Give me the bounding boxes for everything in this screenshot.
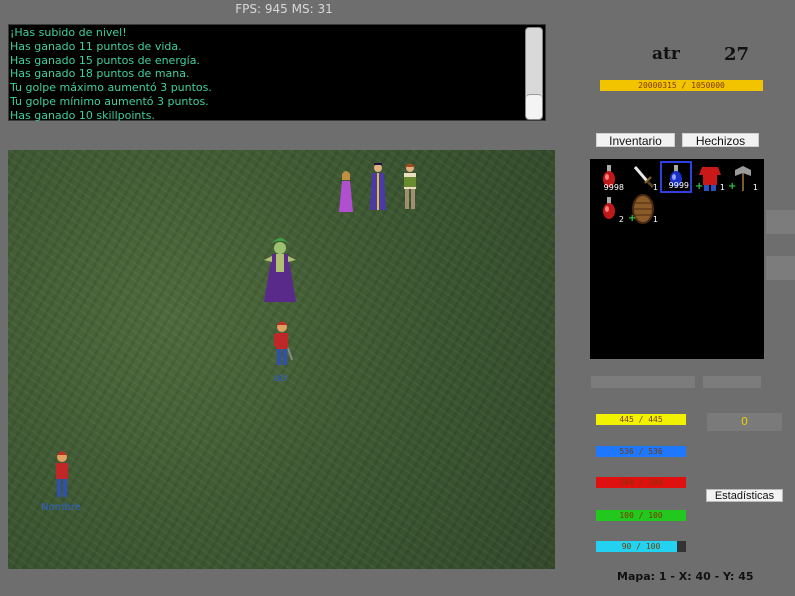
npc-priest-sprite [370,163,386,210]
item-quantity: 1 [652,215,658,224]
map-coordinates: Mapa: 1 - X: 40 - Y: 45 [617,570,754,583]
inventory-slot-selected[interactable]: 9999 [660,161,692,193]
equipped-marker: + [695,181,704,192]
item-quantity: 1 [752,183,758,192]
equipped-marker: + [628,213,637,224]
stamina-text: 445 / 445 [619,415,663,424]
player-level: 27 [724,44,750,65]
experience-text: 20000315 / 1050000 [638,81,725,90]
equipped-marker: + [728,181,737,192]
mana-bar: 536 / 536 [596,446,686,457]
inventory-slot[interactable]: + 1 [627,193,659,225]
item-quantity: 2 [618,215,624,224]
inventory-slot[interactable]: 1 [627,161,659,193]
console-line: ¡Has subido de nivel! [10,26,127,39]
item-quantity: 9998 [603,183,624,192]
console-line: Tu golpe mínimo aumentó 3 puntos. [10,94,209,108]
chat-console[interactable]: ¡Has subido de nivel! Has ganado 11 punt… [8,24,546,123]
gold-display: 0 [707,413,782,431]
player-name-label: atr [274,373,289,384]
stats-button[interactable]: Estadísticas [706,489,783,502]
player-name: atr [652,44,680,64]
inventory-slot[interactable]: + 1 [727,161,759,193]
console-line: Has ganado 15 puntos de energía. [10,53,200,67]
npc-name-label: Nombre [41,502,81,513]
mana-text: 536 / 536 [619,447,663,456]
hunger-text: 100 / 100 [619,511,663,520]
hunger-bar: 100 / 100 [596,510,686,521]
inventory-grid[interactable]: 9998 1 9999 + 1 + 1 2 + 1 [590,159,764,359]
panel-background-shape [703,376,761,388]
item-quantity: 9999 [668,181,689,190]
panel-background-shape [591,376,695,388]
panel-background-shape [766,210,795,234]
console-scrollbar-thumb[interactable] [526,94,542,119]
thirst-bar: 90 / 100 [596,541,686,552]
inventory-slot[interactable]: + 1 [694,161,726,193]
console-scrollbar[interactable] [525,27,543,120]
item-quantity: 1 [719,183,725,192]
thirst-text: 90 / 100 [621,542,661,551]
inventory-slot[interactable]: 9998 [593,161,625,193]
player-sprite [274,321,293,365]
console-line: Has ganado 11 puntos de vida. [10,39,182,53]
panel-background-shape [766,256,795,280]
npc-adventurer-sprite [56,451,68,497]
fps-counter: FPS: 945 MS: 31 [235,2,333,16]
inventory-slot[interactable]: 2 [593,193,625,225]
console-lines: ¡Has subido de nivel! Has ganado 11 punt… [10,26,523,123]
health-text: 204 / 204 [619,478,663,487]
experience-bar: 20000315 / 1050000 [600,80,763,91]
console-line: Has ganado 10 skillpoints. [10,108,155,122]
tab-inventory[interactable]: Inventario [596,133,675,148]
boss-medusa-sprite [264,238,296,302]
item-quantity: 1 [652,183,658,192]
npc-elf-sprite [404,163,416,209]
health-bar: 204 / 204 [596,477,686,488]
stamina-bar: 445 / 445 [596,414,686,425]
npc-princess-sprite [339,171,353,212]
console-line: Has ganado 18 puntos de mana. [10,67,190,81]
console-line: Tu golpe máximo aumentó 3 puntos. [10,81,212,95]
game-viewport[interactable]: atr Nombre [8,150,555,569]
tab-spells[interactable]: Hechizos [682,133,759,148]
